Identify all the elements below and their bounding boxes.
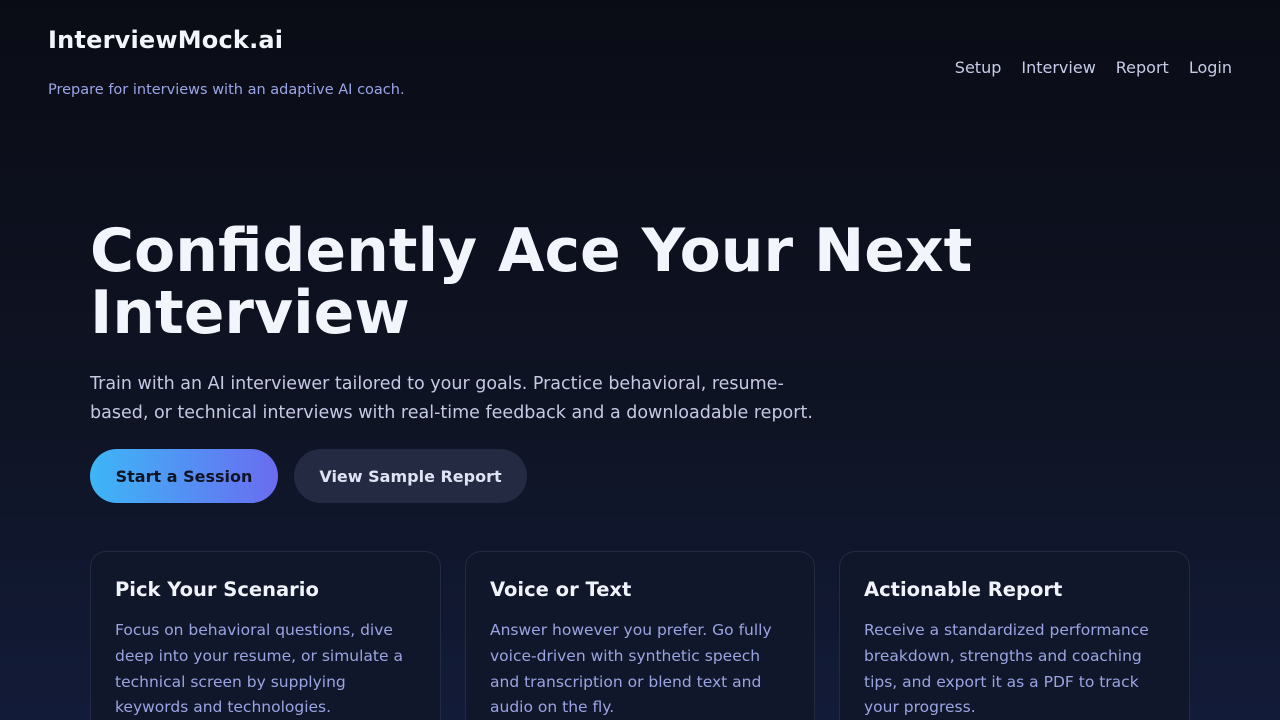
- feature-cards: Pick Your Scenario Focus on behavioral q…: [90, 551, 1190, 720]
- cta-button-row: Start a Session View Sample Report: [90, 449, 527, 503]
- nav-link-report[interactable]: Report: [1116, 58, 1169, 77]
- feature-card-scenario: Pick Your Scenario Focus on behavioral q…: [90, 551, 441, 720]
- nav-link-setup[interactable]: Setup: [955, 58, 1002, 77]
- main-nav: Setup Interview Report Login: [955, 58, 1232, 77]
- feature-card-title: Pick Your Scenario: [115, 578, 319, 601]
- feature-card-body: Focus on behavioral questions, dive deep…: [115, 621, 403, 717]
- feature-card-title: Voice or Text: [490, 578, 632, 601]
- hero-title: Confidently Ace Your Next Interview: [90, 216, 973, 348]
- nav-link-login[interactable]: Login: [1189, 58, 1232, 77]
- hero-section: Confidently Ace Your Next Interview Trai…: [90, 220, 1190, 428]
- view-sample-report-button[interactable]: View Sample Report: [294, 449, 527, 503]
- brand-tagline: Prepare for interviews with an adaptive …: [48, 82, 405, 98]
- start-session-button[interactable]: Start a Session: [90, 449, 278, 503]
- feature-card-title: Actionable Report: [864, 578, 1063, 601]
- site-header: InterviewMock.ai Prepare for interviews …: [0, 0, 1280, 140]
- feature-card-report: Actionable Report Receive a standardized…: [839, 551, 1190, 720]
- feature-card-body: Answer however you prefer. Go fully voic…: [490, 621, 772, 717]
- brand-logo-text[interactable]: InterviewMock.ai: [48, 26, 283, 54]
- feature-card-body: Receive a standardized performance break…: [864, 621, 1149, 717]
- hero-subtitle: Train with an AI interviewer tailored to…: [90, 374, 813, 423]
- feature-card-voice-text: Voice or Text Answer however you prefer.…: [465, 551, 815, 720]
- nav-link-interview[interactable]: Interview: [1021, 58, 1095, 77]
